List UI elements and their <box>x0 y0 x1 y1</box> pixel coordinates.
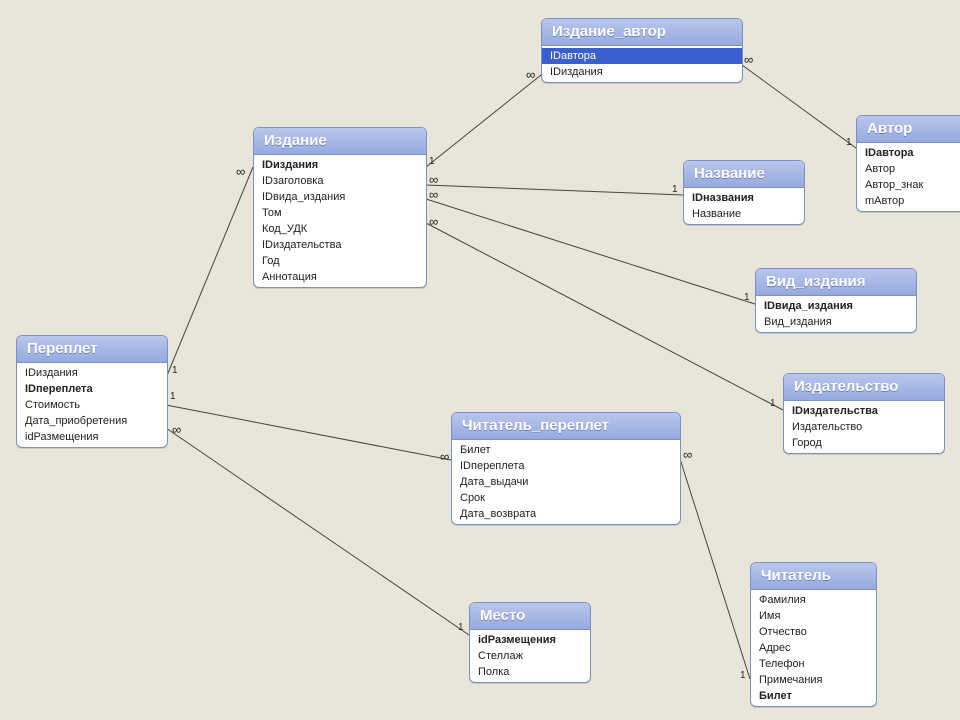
field[interactable]: Дата_приобретения <box>17 413 167 429</box>
field[interactable]: Вид_издания <box>756 314 916 330</box>
field[interactable]: Аннотация <box>254 269 426 285</box>
entity-title: Вид_издания <box>756 269 916 296</box>
field[interactable]: IDиздательства <box>784 403 944 419</box>
card-1: 1 <box>672 184 678 195</box>
entity-title: Издательство <box>784 374 944 401</box>
card-1: 1 <box>429 156 435 167</box>
entity-fields: Билет IDпереплета Дата_выдачи Срок Дата_… <box>452 440 680 524</box>
card-1: 1 <box>770 398 776 409</box>
entity-fields: IDназвания Название <box>684 188 804 224</box>
field[interactable]: IDпереплета <box>17 381 167 397</box>
field[interactable]: Билет <box>452 442 680 458</box>
entity-title: Название <box>684 161 804 188</box>
entity-title: Издание_автор <box>542 19 742 46</box>
card-1: 1 <box>458 622 464 633</box>
field[interactable]: Дата_возврата <box>452 506 680 522</box>
field[interactable]: IDиздания <box>542 64 742 80</box>
entity-vid-izdaniya[interactable]: Вид_издания IDвида_издания Вид_издания <box>755 268 917 333</box>
field[interactable]: IDпереплета <box>452 458 680 474</box>
field[interactable]: Билет <box>751 688 876 704</box>
field[interactable]: Автор <box>857 161 960 177</box>
entity-chitatel-pereplet[interactable]: Читатель_переплет Билет IDпереплета Дата… <box>451 412 681 525</box>
field[interactable]: Фамилия <box>751 592 876 608</box>
field[interactable]: Телефон <box>751 656 876 672</box>
entity-fields: IDиздания IDпереплета Стоимость Дата_при… <box>17 363 167 447</box>
entity-fields: idРазмещения Стеллаж Полка <box>470 630 590 682</box>
entity-title: Переплет <box>17 336 167 363</box>
entity-title: Издание <box>254 128 426 155</box>
field[interactable]: idРазмещения <box>17 429 167 445</box>
field[interactable]: IDназвания <box>684 190 804 206</box>
entity-fields: IDавтора Автор Автор_знак mАвтор <box>857 143 960 211</box>
entity-title: Автор <box>857 116 960 143</box>
entity-avtor[interactable]: Автор IDавтора Автор Автор_знак mАвтор <box>856 115 960 212</box>
entity-fields: IDиздания IDзаголовка IDвида_издания Том… <box>254 155 426 287</box>
entity-izdatelstvo[interactable]: Издательство IDиздательства Издательство… <box>783 373 945 454</box>
field[interactable]: idРазмещения <box>470 632 590 648</box>
field[interactable]: Полка <box>470 664 590 680</box>
field[interactable]: Срок <box>452 490 680 506</box>
field[interactable]: IDзаголовка <box>254 173 426 189</box>
card-inf: ∞ <box>526 70 535 80</box>
entity-mesto[interactable]: Место idРазмещения Стеллаж Полка <box>469 602 591 683</box>
entity-title: Место <box>470 603 590 630</box>
field[interactable]: Автор_знак <box>857 177 960 193</box>
entity-title: Читатель <box>751 563 876 590</box>
field[interactable]: Примечания <box>751 672 876 688</box>
entity-title: Читатель_переплет <box>452 413 680 440</box>
entity-fields: Фамилия Имя Отчество Адрес Телефон Приме… <box>751 590 876 706</box>
field[interactable]: Отчество <box>751 624 876 640</box>
field[interactable]: IDвида_издания <box>756 298 916 314</box>
field[interactable]: Издательство <box>784 419 944 435</box>
card-inf: ∞ <box>429 175 438 185</box>
field[interactable]: Город <box>784 435 944 451</box>
card-inf: ∞ <box>172 425 181 435</box>
field[interactable]: IDавтора <box>857 145 960 161</box>
field[interactable]: Имя <box>751 608 876 624</box>
field[interactable]: Год <box>254 253 426 269</box>
entity-izdanie-avtor[interactable]: Издание_автор IDавтора IDиздания <box>541 18 743 83</box>
entity-fields: IDавтора IDиздания <box>542 46 742 82</box>
entity-fields: IDиздательства Издательство Город <box>784 401 944 453</box>
field[interactable]: Название <box>684 206 804 222</box>
card-1: 1 <box>744 292 750 303</box>
entity-fields: IDвида_издания Вид_издания <box>756 296 916 332</box>
card-inf: ∞ <box>236 167 245 177</box>
card-1: 1 <box>172 365 178 376</box>
entity-chitatel[interactable]: Читатель Фамилия Имя Отчество Адрес Теле… <box>750 562 877 707</box>
erd-canvas: 1 ∞ ∞ 1 1 ∞ 1 ∞ ∞ 1 ∞ 1 ∞ 1 ∞ 1 ∞ 1 Пере… <box>0 0 960 720</box>
card-inf: ∞ <box>440 452 449 462</box>
field[interactable]: IDавтора <box>542 48 742 64</box>
card-inf: ∞ <box>429 217 438 227</box>
field[interactable]: Стеллаж <box>470 648 590 664</box>
field[interactable]: Код_УДК <box>254 221 426 237</box>
entity-pereplet[interactable]: Переплет IDиздания IDпереплета Стоимость… <box>16 335 168 448</box>
card-inf: ∞ <box>683 450 692 460</box>
field[interactable]: Дата_выдачи <box>452 474 680 490</box>
field[interactable]: mАвтор <box>857 193 960 209</box>
field[interactable]: Стоимость <box>17 397 167 413</box>
card-inf: ∞ <box>429 190 438 200</box>
field[interactable]: Том <box>254 205 426 221</box>
field[interactable]: IDвида_издания <box>254 189 426 205</box>
field[interactable]: IDиздательства <box>254 237 426 253</box>
field[interactable]: Адрес <box>751 640 876 656</box>
entity-izdanie[interactable]: Издание IDиздания IDзаголовка IDвида_изд… <box>253 127 427 288</box>
field[interactable]: IDиздания <box>17 365 167 381</box>
card-1: 1 <box>846 137 852 148</box>
entity-nazvanie[interactable]: Название IDназвания Название <box>683 160 805 225</box>
card-1: 1 <box>740 670 746 681</box>
field[interactable]: IDиздания <box>254 157 426 173</box>
card-1: 1 <box>170 391 176 402</box>
card-inf: ∞ <box>744 55 753 65</box>
